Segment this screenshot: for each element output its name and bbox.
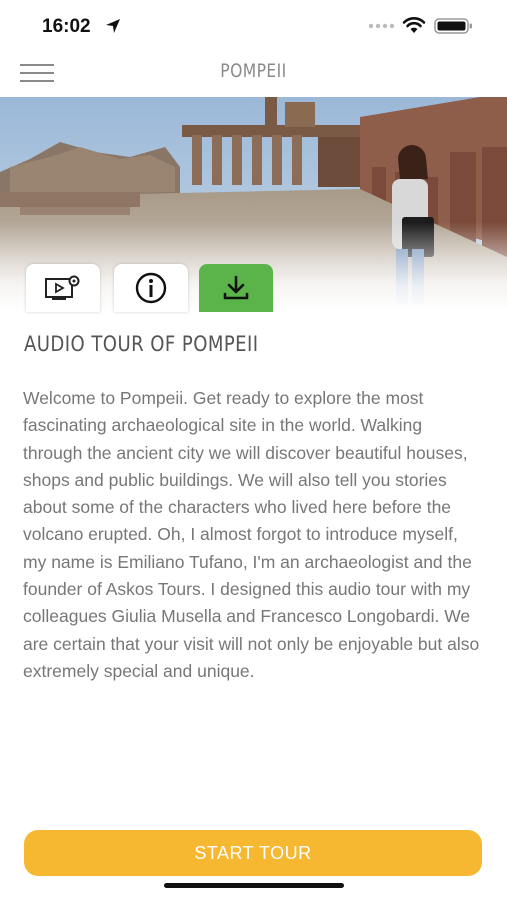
content-tabs: [26, 264, 286, 312]
tab-download[interactable]: [199, 264, 273, 312]
info-icon: [135, 272, 167, 304]
download-icon: [223, 275, 249, 300]
start-tour-button[interactable]: START TOUR: [24, 830, 482, 876]
battery-icon: [434, 18, 472, 34]
tour-description: Welcome to Pompeii. Get ready to explore…: [23, 388, 480, 681]
nav-bar: POMPEII: [0, 52, 507, 96]
video-settings-icon: [45, 275, 80, 300]
tab-info[interactable]: [114, 264, 188, 312]
location-arrow-icon: [106, 19, 120, 33]
wifi-icon: [402, 17, 426, 33]
status-time: 16:02: [42, 16, 91, 37]
tab-video-settings[interactable]: [26, 264, 100, 312]
tour-title: AUDIO TOUR OF POMPEII: [24, 332, 259, 356]
page-title: POMPEII: [220, 60, 287, 82]
signal-dots-icon: [368, 23, 395, 29]
status-bar: 16:02: [0, 0, 507, 50]
home-indicator[interactable]: [164, 883, 344, 888]
